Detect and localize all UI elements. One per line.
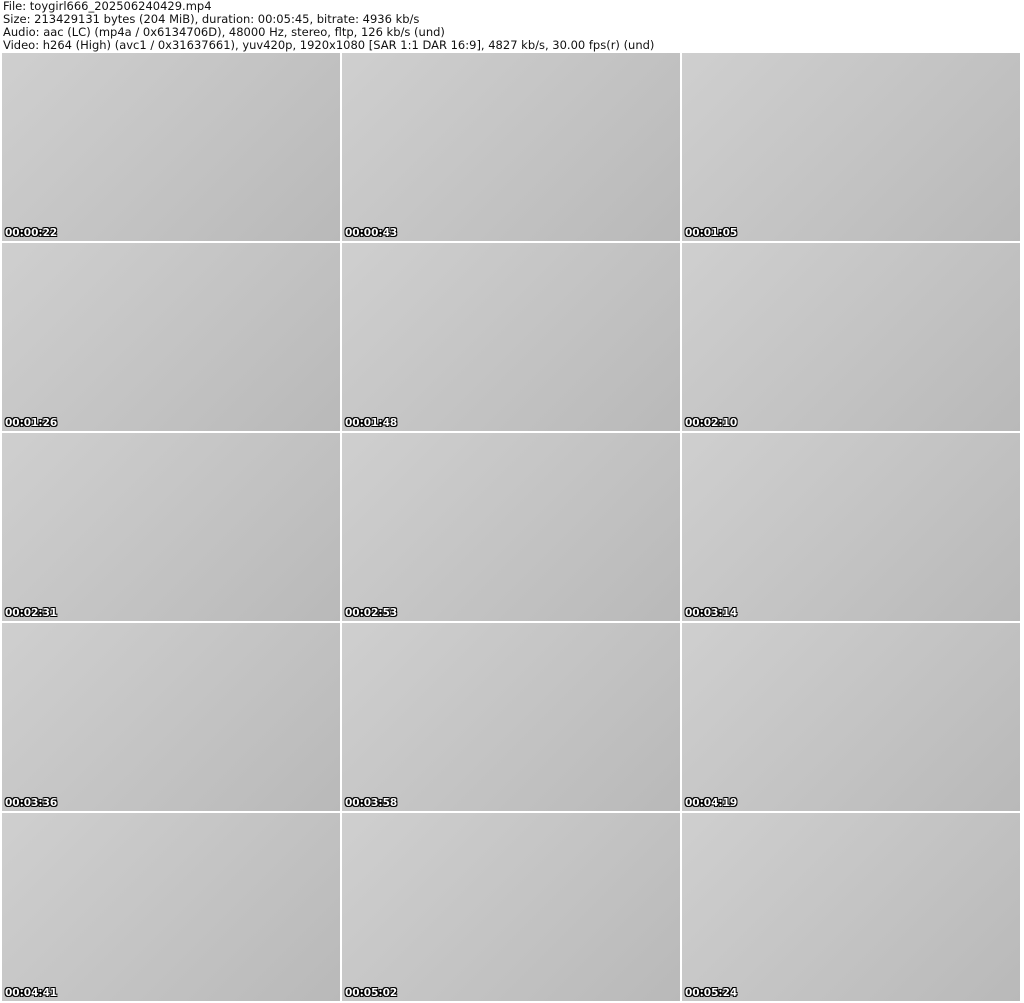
thumbnail-timestamp: 00:01:05 <box>685 227 738 239</box>
thumbnail-timestamp: 00:02:53 <box>345 607 398 619</box>
video-thumbnail: 00:01:48 <box>342 243 680 431</box>
thumbnail-timestamp: 00:01:48 <box>345 417 398 429</box>
video-thumbnail: 00:04:41 <box>2 813 340 1001</box>
thumbnail-timestamp: 00:03:36 <box>5 797 58 809</box>
video-thumbnail: 00:05:24 <box>682 813 1020 1001</box>
video-thumbnail: 00:03:36 <box>2 623 340 811</box>
video-thumbnail: 00:01:26 <box>2 243 340 431</box>
thumbnail-timestamp: 00:00:22 <box>5 227 58 239</box>
video-thumbnail: 00:05:02 <box>342 813 680 1001</box>
thumbnail-timestamp: 00:05:02 <box>345 987 398 999</box>
video-thumbnail: 00:03:14 <box>682 433 1020 621</box>
file-info-header: File: toygirl666_202506240429.mp4 Size: … <box>3 0 654 52</box>
thumbnail-timestamp: 00:02:31 <box>5 607 58 619</box>
thumbnail-timestamp: 00:01:26 <box>5 417 58 429</box>
video-info: Video: h264 (High) (avc1 / 0x31637661), … <box>3 38 655 52</box>
video-thumbnail: 00:04:19 <box>682 623 1020 811</box>
video-thumbnail: 00:02:31 <box>2 433 340 621</box>
thumbnail-timestamp: 00:00:43 <box>345 227 398 239</box>
video-thumbnail: 00:01:05 <box>682 53 1020 241</box>
thumbnail-timestamp: 00:04:19 <box>685 797 738 809</box>
video-thumbnail: 00:02:53 <box>342 433 680 621</box>
video-thumbnail: 00:02:10 <box>682 243 1020 431</box>
thumbnail-timestamp: 00:04:41 <box>5 987 58 999</box>
thumbnail-timestamp: 00:02:10 <box>685 417 738 429</box>
video-thumbnail: 00:00:43 <box>342 53 680 241</box>
thumbnail-timestamp: 00:05:24 <box>685 987 738 999</box>
thumbnail-timestamp: 00:03:58 <box>345 797 398 809</box>
thumbnail-timestamp: 00:03:14 <box>685 607 738 619</box>
thumbnail-grid: 00:00:22 00:00:43 00:01:05 00:01:26 00:01:48… <box>2 53 1020 1001</box>
video-thumbnail: 00:03:58 <box>342 623 680 811</box>
video-thumbnail: 00:00:22 <box>2 53 340 241</box>
